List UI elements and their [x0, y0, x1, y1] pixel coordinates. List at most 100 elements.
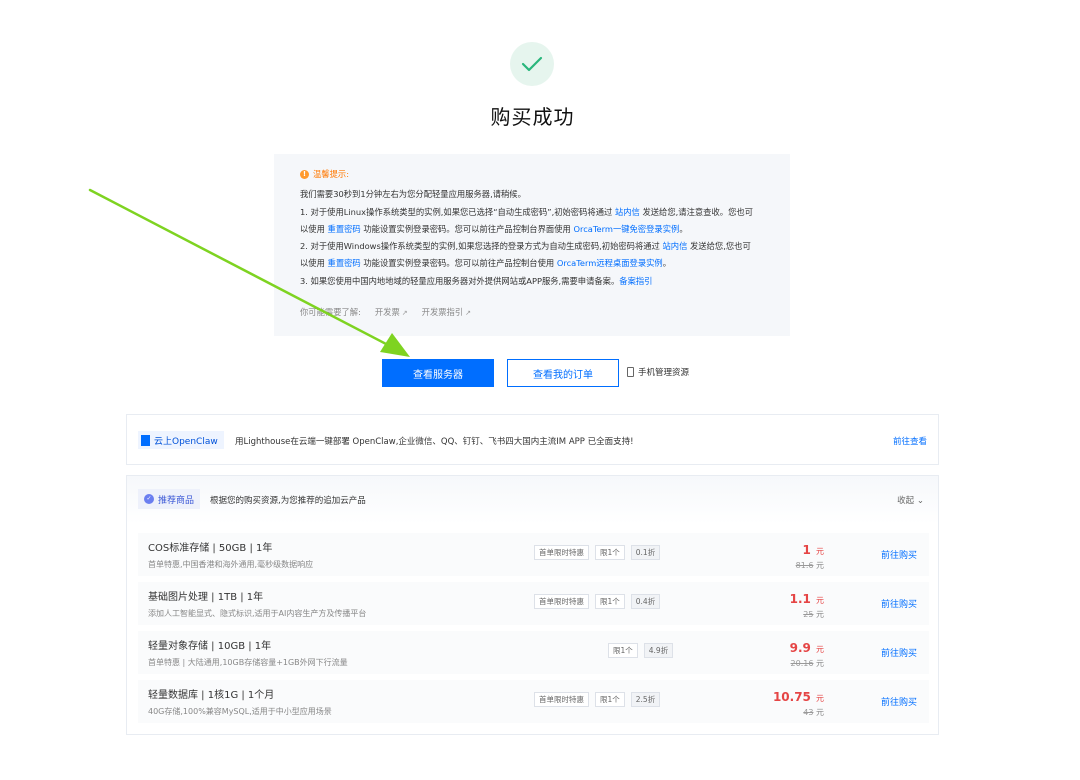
product-desc: 40G存储,100%兼容MySQL,适用于中小型应用场景 — [148, 707, 332, 716]
site-message-link[interactable]: 站内信 — [663, 241, 688, 251]
product-desc: 首单特惠 | 大陆通用,10GB存储容量+1GB外网下行流量 — [148, 658, 348, 667]
price-value: 1.1 — [789, 592, 811, 606]
reset-password-link[interactable]: 重置密码 — [328, 258, 361, 268]
tips-text: 发送给您,您也可 — [687, 241, 751, 252]
more-info-row: 你可能需要了解: 开发票 ↗ 开发票指引 ↗ — [300, 304, 790, 322]
recommend-badge-label: 推荐商品 — [158, 495, 195, 506]
price: 9.9 元 — [790, 637, 824, 656]
tips-text: 3. 如果您使用中国内地地域的轻量应用服务器对外提供网站或APP服务,需要申请备… — [300, 275, 620, 286]
original-price: 43 元 — [803, 707, 824, 718]
tips-text: 以使用 — [300, 223, 328, 234]
external-link-icon: ↗ — [465, 309, 472, 318]
openclaw-text: 用Lighthouse在云端一键部署 OpenClaw,企业微信、QQ、钉钉、飞… — [235, 437, 634, 447]
price-value: 1 — [802, 543, 811, 557]
collapse-toggle[interactable]: 收起 ⌄ — [897, 494, 924, 506]
more-info-label: 你可能需要了解: — [300, 307, 361, 318]
original-price-value: 20.16 — [790, 659, 814, 668]
original-price: 25 元 — [803, 609, 824, 620]
tips-text: 功能设置实例登录密码。您可以前往产品控制台界面使用 — [360, 223, 574, 234]
tips-line: 以使用 重置密码 功能设置实例登录密码。您可以前往产品控制台使用 OrcaTer… — [300, 255, 790, 272]
discount-tag: 0.4折 — [630, 594, 661, 609]
original-price-unit: 元 — [816, 659, 824, 668]
buy-link[interactable]: 前往购买 — [881, 695, 917, 708]
price-unit: 元 — [816, 547, 824, 556]
original-price-value: 43 — [803, 708, 814, 717]
thumbs-up-icon: ✓ — [144, 494, 154, 504]
tips-line: 1. 对于使用Linux操作系统类型的实例,如果您已选择“自动生成密码”,初始密… — [300, 204, 790, 221]
openclaw-banner: 云上OpenClaw 用Lighthouse在云端一键部署 OpenClaw,企… — [126, 414, 939, 465]
tips-text: 。 — [679, 223, 688, 234]
tips-text: 我们需要30秒到1分钟左右为您分配轻量应用服务器,请稍候。 — [300, 189, 526, 200]
invoice-guide-link[interactable]: 开发票指引 ↗ — [422, 304, 471, 322]
view-orders-button[interactable]: 查看我的订单 — [507, 359, 619, 387]
orcaterm-desktop-link[interactable]: OrcaTerm远程桌面登录实例 — [557, 258, 663, 268]
mobile-manage-link[interactable]: 手机管理资源 — [627, 366, 689, 378]
price: 10.75 元 — [773, 686, 824, 705]
view-server-button[interactable]: 查看服务器 — [382, 359, 494, 387]
tips-line: 我们需要30秒到1分钟左右为您分配轻量应用服务器,请稍候。 — [300, 186, 790, 203]
price-unit: 元 — [816, 694, 824, 703]
price-value: 9.9 — [789, 641, 811, 655]
tips-text: 以使用 — [300, 258, 328, 269]
tips-text: 。 — [662, 258, 672, 269]
tips-header: ! 温馨提示: — [300, 166, 790, 183]
page-title: 购买成功 — [490, 105, 575, 129]
original-price-unit: 元 — [816, 561, 824, 570]
original-price: 81.6 元 — [796, 560, 824, 571]
tips-line: 以使用 重置密码 功能设置实例登录密码。您可以前往产品控制台界面使用 OrcaT… — [300, 221, 790, 238]
mobile-manage-label: 手机管理资源 — [638, 368, 690, 378]
original-price-value: 25 — [803, 610, 814, 619]
reset-password-link[interactable]: 重置密码 — [328, 224, 361, 234]
buy-link[interactable]: 前往购买 — [881, 548, 917, 561]
invoice-guide-link-label: 开发票指引 — [421, 307, 464, 318]
buy-link[interactable]: 前往购买 — [881, 597, 917, 610]
tips-text: 2. 对于使用Windows操作系统类型的实例,如果您选择的登录方式为自动生成密… — [300, 241, 663, 252]
limit-tag: 限1个 — [595, 692, 625, 707]
product-name: 轻量数据库 | 1核1G | 1个月 — [148, 690, 275, 701]
buy-link[interactable]: 前往购买 — [881, 646, 917, 659]
tips-text: 发送给您,请注意查收。您也可 — [639, 206, 753, 217]
openclaw-view-link[interactable]: 前往查看 — [893, 435, 927, 447]
product-desc: 添加人工智能显式、隐式标识,适用于AI内容生产方及传播平台 — [148, 609, 367, 618]
recommend-subtitle: 根据您的购买资源,为您推荐的追加云产品 — [210, 496, 366, 506]
collapse-label: 收起 — [897, 496, 915, 506]
original-price-unit: 元 — [816, 708, 824, 717]
tips-header-label: 温馨提示: — [313, 169, 349, 179]
openclaw-badge: 云上OpenClaw — [138, 431, 224, 449]
product-name: COS标准存储 | 50GB | 1年 — [148, 543, 273, 554]
tips-text: 1. 对于使用Linux操作系统类型的实例,如果您已选择“自动生成密码”,初始密… — [300, 206, 615, 217]
invoice-link[interactable]: 开发票 ↗ — [375, 304, 408, 322]
recommend-badge: ✓ 推荐商品 — [138, 489, 201, 509]
warning-icon: ! — [300, 170, 309, 180]
phone-icon — [627, 367, 634, 377]
document-icon — [141, 434, 150, 446]
price-unit: 元 — [816, 596, 824, 605]
site-message-link[interactable]: 站内信 — [615, 207, 640, 217]
discount-tag: 4.9折 — [643, 643, 674, 658]
filing-guide-link[interactable]: 备案指引 — [619, 276, 652, 286]
price: 1 元 — [803, 539, 824, 558]
product-tags: 首单限时特惠 限1个 2.5折 — [534, 692, 661, 707]
product-row: 轻量数据库 | 1核1G | 1个月 40G存储,100%兼容MySQL,适用于… — [138, 680, 929, 723]
first-order-tag: 首单限时特惠 — [534, 594, 589, 609]
tips-line: 3. 如果您使用中国内地地域的轻量应用服务器对外提供网站或APP服务,需要申请备… — [300, 273, 790, 290]
product-row: 轻量对象存储 | 10GB | 1年 首单特惠 | 大陆通用,10GB存储容量+… — [138, 631, 929, 674]
openclaw-badge-label: 云上OpenClaw — [154, 436, 218, 447]
product-desc: 首单特惠,中国香港和海外通用,毫秒级数据响应 — [148, 560, 314, 569]
limit-tag: 限1个 — [595, 594, 625, 609]
limit-tag: 限1个 — [608, 643, 638, 658]
price-unit: 元 — [816, 645, 824, 654]
external-link-icon: ↗ — [401, 309, 408, 318]
price-value: 10.75 — [772, 690, 811, 704]
original-price: 20.16 元 — [791, 658, 824, 669]
discount-tag: 2.5折 — [630, 692, 661, 707]
product-row: COS标准存储 | 50GB | 1年 首单特惠,中国香港和海外通用,毫秒级数据… — [138, 533, 929, 576]
recommend-header: ✓ 推荐商品 根据您的购买资源,为您推荐的追加云产品 收起 ⌄ — [127, 476, 938, 524]
original-price-unit: 元 — [816, 610, 824, 619]
first-order-tag: 首单限时特惠 — [534, 692, 589, 707]
orcaterm-login-link[interactable]: OrcaTerm一键免密登录实例 — [573, 224, 679, 234]
tips-line: 2. 对于使用Windows操作系统类型的实例,如果您选择的登录方式为自动生成密… — [300, 238, 790, 255]
success-check-icon — [510, 42, 554, 86]
limit-tag: 限1个 — [595, 545, 625, 560]
price: 1.1 元 — [790, 588, 824, 607]
